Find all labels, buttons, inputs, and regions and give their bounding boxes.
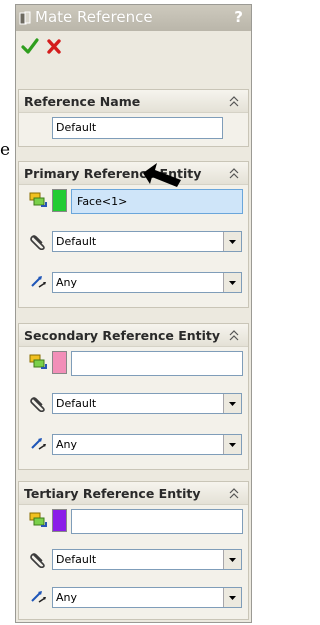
tertiary-constraint-select[interactable]: Default xyxy=(52,549,242,570)
entity-select-icon xyxy=(29,512,47,527)
red-x-icon[interactable] xyxy=(46,37,62,55)
panel-titlebar: Mate Reference ? xyxy=(16,5,251,31)
secondary-entity-input[interactable] xyxy=(71,351,243,376)
collapse-chevron-icon[interactable] xyxy=(229,487,239,499)
entity-select-icon xyxy=(29,354,47,369)
reference-name-header[interactable]: Reference Name xyxy=(19,90,248,113)
select-value: Default xyxy=(56,553,97,566)
mate-reference-panel: Mate Reference ? Reference Name Default … xyxy=(15,4,252,623)
secondary-constraint-select[interactable]: Default xyxy=(52,393,242,414)
reference-name-input[interactable]: Default xyxy=(52,117,223,139)
select-value: Any xyxy=(56,276,78,289)
tertiary-entity-input[interactable] xyxy=(71,509,243,534)
dropdown-arrow-icon[interactable] xyxy=(223,273,241,292)
reference-name-section: Reference Name Default xyxy=(18,89,249,147)
collapse-chevron-icon[interactable] xyxy=(229,167,239,179)
secondary-reference-section: Secondary Reference Entity Default Any xyxy=(18,323,249,470)
panel-title: Mate Reference xyxy=(35,8,153,26)
secondary-reference-header[interactable]: Secondary Reference Entity xyxy=(19,324,248,347)
alignment-arrows-icon xyxy=(31,438,46,450)
alignment-arrows-icon xyxy=(31,276,46,288)
paperclip-icon xyxy=(30,397,45,412)
primary-reference-header[interactable]: Primary Reference Entity xyxy=(19,162,248,185)
dropdown-arrow-icon[interactable] xyxy=(223,550,241,569)
tertiary-reference-header[interactable]: Tertiary Reference Entity xyxy=(19,482,248,505)
primary-alignment-select[interactable]: Any xyxy=(52,272,242,293)
entity-select-icon xyxy=(29,192,47,207)
primary-constraint-select[interactable]: Default xyxy=(52,231,242,252)
section-title: Secondary Reference Entity xyxy=(24,328,221,343)
primary-color-swatch xyxy=(52,189,67,212)
primary-entity-input[interactable]: Face<1> xyxy=(71,189,243,214)
select-value: Any xyxy=(56,591,78,604)
secondary-color-swatch xyxy=(52,351,67,374)
action-buttons xyxy=(16,33,251,61)
primary-reference-section: Primary Reference Entity Face<1> Default xyxy=(18,161,249,308)
collapse-chevron-icon[interactable] xyxy=(229,95,239,107)
side-text-fragment: e xyxy=(0,140,11,160)
green-check-icon[interactable] xyxy=(21,37,39,55)
secondary-alignment-select[interactable]: Any xyxy=(52,434,242,455)
dropdown-arrow-icon[interactable] xyxy=(223,394,241,413)
section-title: Tertiary Reference Entity xyxy=(24,486,201,501)
paperclip-icon xyxy=(30,235,45,250)
annotation-arrow-icon xyxy=(143,163,181,187)
help-button[interactable]: ? xyxy=(234,8,243,26)
tertiary-reference-section: Tertiary Reference Entity Default Any xyxy=(18,481,249,620)
collapse-chevron-icon[interactable] xyxy=(229,329,239,341)
select-value: Default xyxy=(56,397,97,410)
mate-reference-icon xyxy=(19,11,31,25)
tertiary-color-swatch xyxy=(52,509,67,532)
dropdown-arrow-icon[interactable] xyxy=(223,588,241,607)
section-title: Reference Name xyxy=(24,94,141,109)
select-value: Any xyxy=(56,438,78,451)
paperclip-icon xyxy=(30,553,45,568)
dropdown-arrow-icon[interactable] xyxy=(223,232,241,251)
tertiary-alignment-select[interactable]: Any xyxy=(52,587,242,608)
alignment-arrows-icon xyxy=(31,591,46,603)
select-value: Default xyxy=(56,235,97,248)
dropdown-arrow-icon[interactable] xyxy=(223,435,241,454)
